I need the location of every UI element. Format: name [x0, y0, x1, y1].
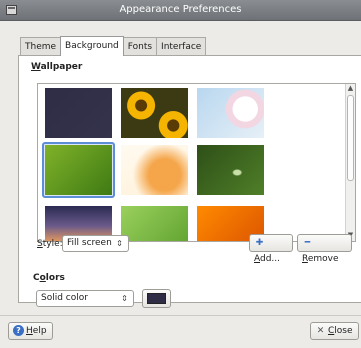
style-label-rest: tyle: — [42, 239, 63, 249]
help-icon: ? — [13, 325, 24, 336]
wallpaper-scrollbar[interactable]: ▲ ▼ — [345, 84, 355, 241]
footer-divider — [0, 315, 361, 316]
title-bar: Appearance Preferences — [0, 0, 361, 21]
minus-icon: ━ — [304, 238, 311, 248]
help-button-label-rest: elp — [32, 326, 47, 336]
scroll-up-icon[interactable]: ▲ — [346, 84, 355, 94]
style-label: Style: — [37, 239, 63, 249]
wallpaper-thumb[interactable] — [45, 88, 112, 138]
wallpaper-list[interactable]: ▲ ▼ — [37, 83, 356, 242]
close-button-label-rest: lose — [334, 326, 353, 336]
wallpaper-thumb[interactable] — [121, 88, 188, 138]
tab-bar: Theme Background Fonts Interface — [20, 36, 207, 56]
color-swatch — [147, 293, 166, 304]
tab-interface[interactable]: Interface — [156, 37, 207, 56]
remove-button-label-rest: emove — [307, 254, 339, 264]
updown-arrows-icon: ⇕ — [121, 294, 128, 303]
updown-arrows-icon: ⇕ — [116, 239, 123, 248]
colors-label-rest: lors — [45, 273, 65, 283]
wallpaper-thumb[interactable] — [45, 145, 112, 195]
close-icon: ✕ — [316, 326, 325, 336]
colors-section-label: Colors — [33, 273, 65, 283]
style-select[interactable]: Fill screen ⇕ — [62, 235, 129, 252]
scrollbar-thumb[interactable] — [347, 95, 354, 181]
help-mnemonic: H — [26, 326, 33, 336]
wallpaper-thumb[interactable] — [121, 145, 188, 195]
wallpaper-section-label: Wallpaper — [31, 62, 83, 72]
wallpaper-thumb[interactable] — [121, 206, 188, 241]
window-title: Appearance Preferences — [119, 4, 242, 15]
tab-theme[interactable]: Theme — [20, 37, 62, 56]
plus-icon: ✚ — [255, 238, 264, 248]
help-button[interactable]: ? Help — [8, 322, 53, 340]
color-picker-button[interactable] — [142, 289, 171, 308]
close-button[interactable]: ✕ Close — [310, 322, 359, 340]
style-select-value: Fill screen — [67, 238, 112, 248]
wallpaper-label-rest: allpaper — [40, 62, 83, 72]
add-button-label-rest: dd... — [260, 254, 281, 264]
wallpaper-thumb[interactable] — [197, 145, 264, 195]
add-button[interactable]: ✚Add... — [249, 234, 293, 264]
dialog-body: Theme Background Fonts Interface Wallpap… — [0, 21, 361, 348]
color-mode-value: Solid color — [41, 293, 88, 303]
tab-background[interactable]: Background — [60, 36, 124, 56]
color-mode-select[interactable]: Solid color ⇕ — [36, 290, 134, 307]
wallpaper-thumb[interactable] — [197, 88, 264, 138]
tab-fonts[interactable]: Fonts — [122, 37, 158, 56]
remove-button[interactable]: ━Remove — [297, 234, 352, 264]
